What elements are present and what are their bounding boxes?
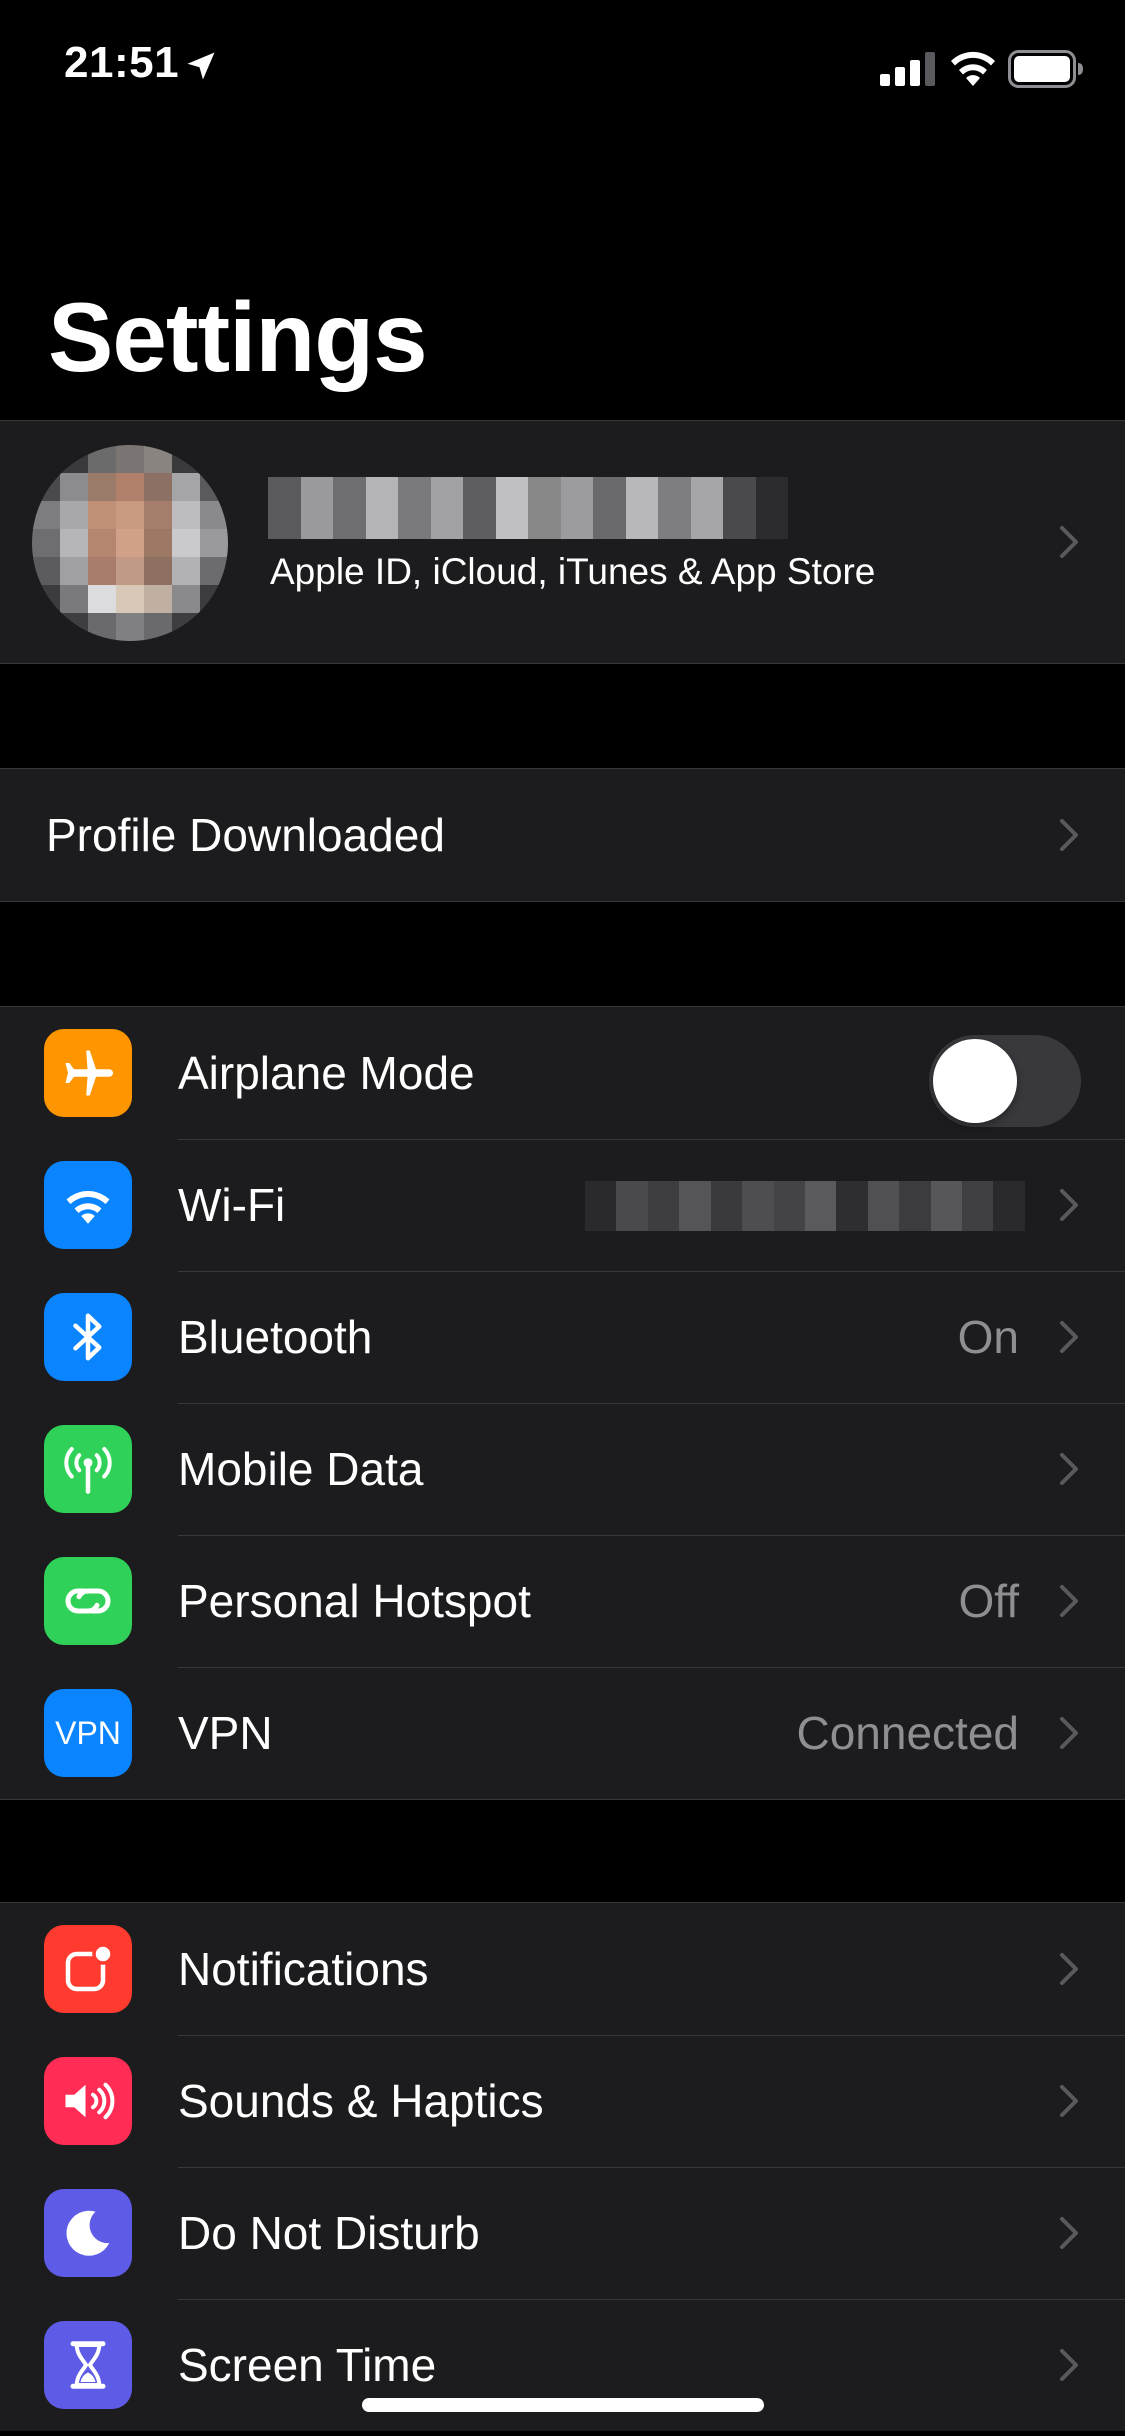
status-bar: 21:51 <box>0 0 1125 140</box>
mobile-data-row[interactable]: Mobile Data <box>0 1403 1125 1535</box>
notifications-label: Notifications <box>178 1943 429 1995</box>
cellular-signal-icon <box>880 52 935 86</box>
airplane-icon <box>44 1029 132 1117</box>
status-time: 21:51 <box>64 38 180 87</box>
location-arrow-icon <box>187 52 215 80</box>
speaker-icon <box>44 2057 132 2145</box>
profile-name-redacted <box>268 477 788 539</box>
avatar <box>32 445 228 641</box>
sounds-haptics-label: Sounds & Haptics <box>178 2075 544 2127</box>
chevron-right-icon <box>1060 2349 1078 2381</box>
profile-downloaded-label: Profile Downloaded <box>46 809 445 861</box>
wifi-icon <box>951 51 995 86</box>
antenna-icon <box>44 1425 132 1513</box>
page-title: Settings <box>48 282 428 392</box>
chevron-right-icon <box>1060 819 1078 851</box>
vpn-value: Connected <box>796 1707 1020 1759</box>
mobile-data-label: Mobile Data <box>178 1443 424 1495</box>
bluetooth-row[interactable]: Bluetooth On <box>0 1271 1125 1403</box>
moon-icon <box>44 2189 132 2277</box>
wifi-icon <box>44 1161 132 1249</box>
chevron-right-icon <box>1060 1585 1078 1617</box>
vpn-row[interactable]: VPN VPN Connected <box>0 1667 1125 1799</box>
chevron-right-icon <box>1060 2085 1078 2117</box>
do-not-disturb-row[interactable]: Do Not Disturb <box>0 2167 1125 2299</box>
do-not-disturb-label: Do Not Disturb <box>178 2207 480 2259</box>
general-group: Notifications Sounds & Haptics Do Not Di… <box>0 1902 1125 2431</box>
apple-id-group: Apple ID, iCloud, iTunes & App Store <box>0 420 1125 664</box>
profile-subtitle: Apple ID, iCloud, iTunes & App Store <box>270 551 876 592</box>
wifi-label: Wi-Fi <box>178 1179 286 1231</box>
notifications-icon <box>44 1925 132 2013</box>
chevron-right-icon <box>1060 1717 1078 1749</box>
battery-icon <box>1008 50 1083 88</box>
vpn-label: VPN <box>178 1707 273 1759</box>
airplane-mode-label: Airplane Mode <box>178 1047 475 1099</box>
wifi-network-redacted <box>585 1181 1025 1231</box>
hourglass-icon <box>44 2321 132 2409</box>
profile-downloaded-group: Profile Downloaded <box>0 768 1125 902</box>
connectivity-group: Airplane Mode Wi-Fi Bluetooth On Mobile … <box>0 1006 1125 1800</box>
personal-hotspot-label: Personal Hotspot <box>178 1575 531 1627</box>
vpn-icon-text: VPN <box>55 1714 121 1751</box>
airplane-mode-row: Airplane Mode <box>0 1007 1125 1139</box>
chevron-right-icon <box>1060 1321 1078 1353</box>
wifi-row[interactable]: Wi-Fi <box>0 1139 1125 1271</box>
apple-id-row[interactable]: Apple ID, iCloud, iTunes & App Store <box>0 421 1125 663</box>
chevron-right-icon <box>1060 526 1078 558</box>
bluetooth-icon <box>44 1293 132 1381</box>
personal-hotspot-value: Off <box>958 1575 1019 1627</box>
bluetooth-label: Bluetooth <box>178 1311 373 1363</box>
airplane-mode-toggle[interactable] <box>929 1035 1081 1127</box>
bluetooth-value: On <box>957 1311 1019 1363</box>
notifications-row[interactable]: Notifications <box>0 1903 1125 2035</box>
toggle-knob <box>933 1039 1017 1123</box>
sounds-haptics-row[interactable]: Sounds & Haptics <box>0 2035 1125 2167</box>
vpn-icon: VPN <box>44 1689 132 1777</box>
chevron-right-icon <box>1060 2217 1078 2249</box>
profile-downloaded-row[interactable]: Profile Downloaded <box>0 769 1125 901</box>
hotspot-link-icon <box>44 1557 132 1645</box>
home-indicator[interactable] <box>362 2398 764 2412</box>
chevron-right-icon <box>1060 1453 1078 1485</box>
personal-hotspot-row[interactable]: Personal Hotspot Off <box>0 1535 1125 1667</box>
chevron-right-icon <box>1060 1189 1078 1221</box>
chevron-right-icon <box>1060 1953 1078 1985</box>
